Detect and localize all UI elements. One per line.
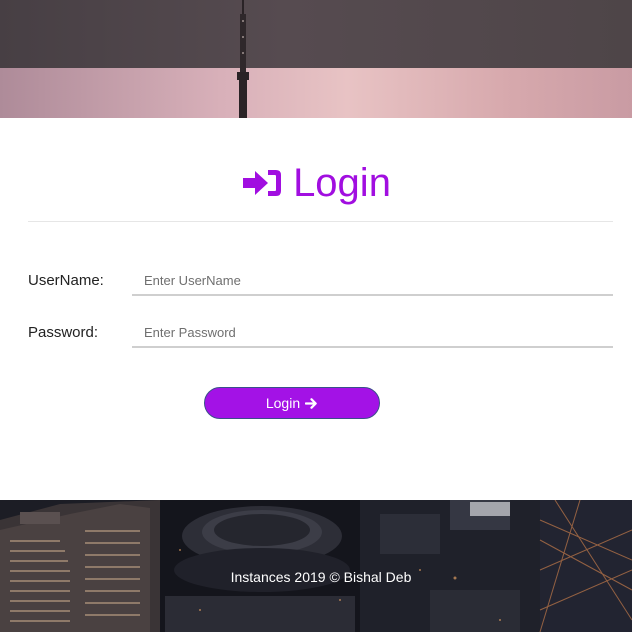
sign-in-icon bbox=[243, 170, 282, 196]
password-input[interactable] bbox=[132, 318, 613, 348]
city-skyline bbox=[0, 500, 632, 632]
page-title-text: Login bbox=[293, 161, 391, 205]
header-banner-image bbox=[0, 0, 632, 118]
footer-copyright: Instances 2019 © Bishal Deb bbox=[230, 569, 412, 585]
login-button-label: Login bbox=[265, 395, 301, 411]
footer-city-image: Instances 2019 © Bishal Deb bbox=[0, 500, 632, 632]
login-button[interactable]: Login bbox=[204, 387, 380, 419]
title-divider bbox=[28, 221, 613, 222]
login-card: Login UserName: Password: Login bbox=[0, 118, 632, 500]
username-label: UserName: bbox=[28, 272, 104, 289]
username-input[interactable] bbox=[132, 266, 613, 296]
page-title: Login bbox=[0, 158, 632, 208]
tower-silhouette bbox=[237, 0, 249, 118]
arrow-right-icon bbox=[305, 397, 317, 409]
password-label: Password: bbox=[28, 324, 99, 341]
